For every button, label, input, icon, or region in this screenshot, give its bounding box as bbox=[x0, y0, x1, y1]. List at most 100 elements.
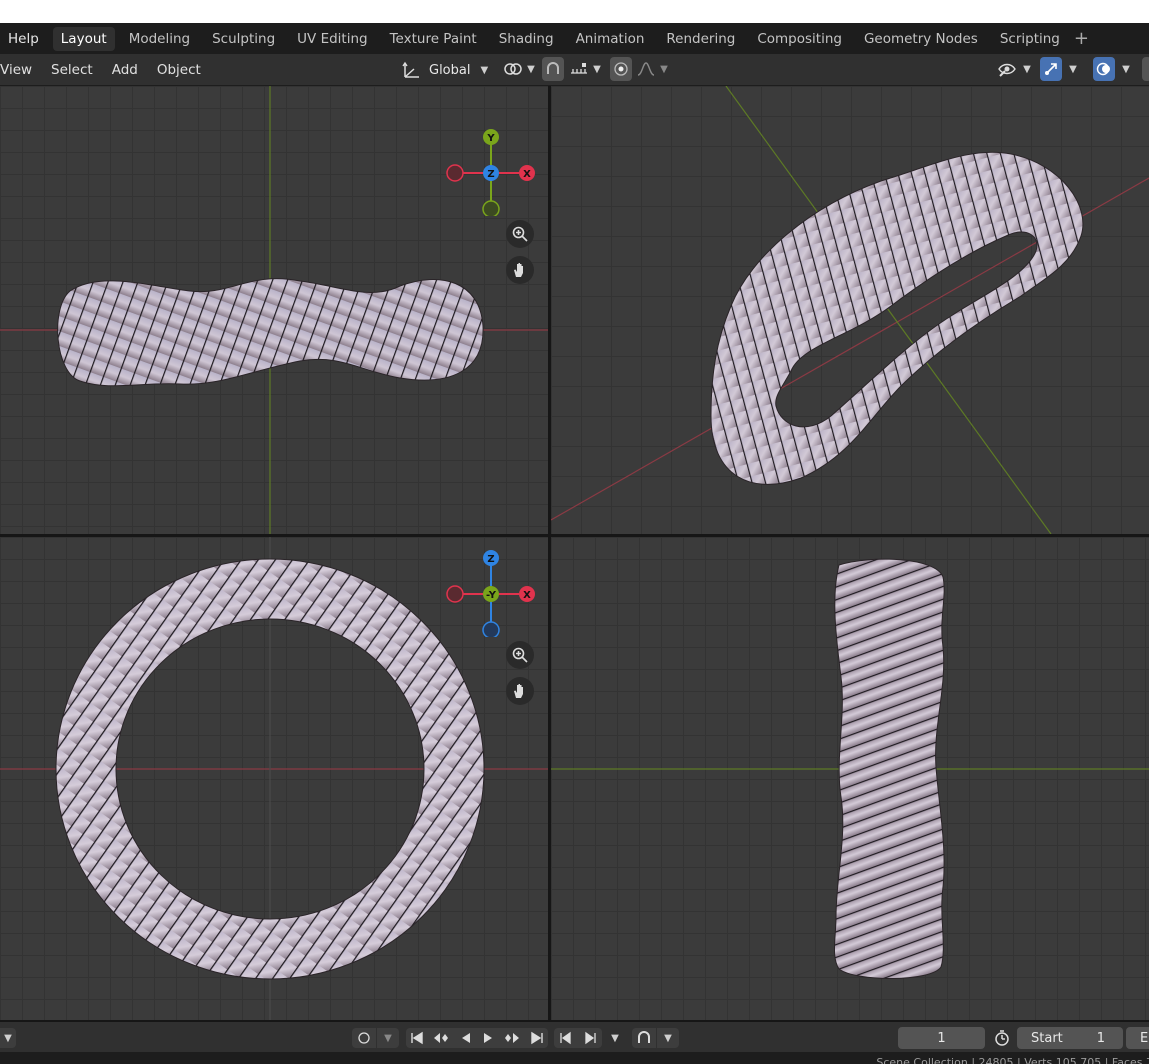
transform-orientation-dropdown[interactable]: Global ▼ bbox=[401, 59, 493, 81]
chevron-down-icon: ▼ bbox=[384, 1032, 392, 1044]
play-icon[interactable] bbox=[481, 1031, 495, 1045]
gizmo-x-label: X bbox=[523, 590, 531, 601]
scene-perspective-view bbox=[551, 86, 1149, 534]
area-divider-horizontal[interactable] bbox=[0, 534, 1149, 537]
tab-sculpting[interactable]: Sculpting bbox=[204, 27, 283, 51]
chevron-down-icon: ▼ bbox=[1122, 63, 1130, 75]
playback-dropdown[interactable]: ▼ bbox=[604, 1028, 626, 1048]
zoom-icon bbox=[512, 647, 528, 663]
chevron-down-icon: ▼ bbox=[1023, 63, 1031, 75]
viewport-top-view[interactable]: Y X Z bbox=[0, 86, 548, 534]
step-forward-icon[interactable] bbox=[582, 1031, 598, 1045]
chevron-down-icon: ▼ bbox=[593, 63, 601, 75]
auto-keying-dropdown[interactable]: ▼ bbox=[657, 1028, 679, 1048]
zoom-button[interactable] bbox=[506, 641, 534, 669]
falloff-dropdown[interactable]: ▼ bbox=[634, 57, 670, 81]
proportional-edit-toggle[interactable] bbox=[610, 57, 632, 81]
status-bar: Scene Collection | 24805 | Verts 105,705… bbox=[0, 1052, 1149, 1064]
tab-uv-editing[interactable]: UV Editing bbox=[289, 27, 375, 51]
tab-layout[interactable]: Layout bbox=[52, 26, 115, 51]
start-frame-field[interactable]: Start 1 bbox=[1017, 1027, 1123, 1049]
pan-button[interactable] bbox=[506, 256, 534, 284]
jump-start-icon[interactable] bbox=[410, 1031, 424, 1045]
frame-step-controls bbox=[554, 1028, 602, 1048]
scene-right-view bbox=[551, 558, 1149, 979]
navigation-gizmo[interactable]: Y X Z bbox=[440, 126, 540, 216]
keying-toggle[interactable] bbox=[352, 1028, 376, 1048]
transform-orientation-label: Global bbox=[429, 62, 471, 78]
transform-orientation-icon bbox=[402, 61, 419, 78]
zoom-button[interactable] bbox=[506, 220, 534, 248]
snap-toggle[interactable] bbox=[542, 57, 564, 81]
menu-add[interactable]: Add bbox=[102, 62, 147, 78]
visibility-icon bbox=[998, 63, 1016, 77]
tab-compositing[interactable]: Compositing bbox=[749, 27, 850, 51]
timeline-header: ▼ ▼ ▼ ▼ 1 Start 1 E bbox=[0, 1022, 1149, 1052]
menu-view[interactable]: View bbox=[0, 62, 41, 78]
area-divider-vertical[interactable] bbox=[548, 86, 551, 1020]
gizmo-toggle[interactable] bbox=[1040, 57, 1062, 81]
menu-object[interactable]: Object bbox=[147, 62, 210, 78]
tab-shading[interactable]: Shading bbox=[491, 27, 562, 51]
status-text: Scene Collection | 24805 | Verts 105,705… bbox=[876, 1056, 1149, 1064]
gizmo-z-label: Z bbox=[487, 169, 494, 180]
gizmo-y-label: Y bbox=[486, 133, 495, 144]
viewport-front-view[interactable]: Z X -Y bbox=[0, 537, 548, 1020]
gizmo-neg-x-axis[interactable] bbox=[446, 585, 464, 603]
shading-toggle-partial[interactable] bbox=[1142, 57, 1149, 81]
step-back-icon[interactable] bbox=[558, 1031, 574, 1045]
end-frame-field[interactable]: E bbox=[1126, 1027, 1149, 1049]
chevron-down-icon: ▼ bbox=[4, 1032, 12, 1044]
tab-animation[interactable]: Animation bbox=[568, 27, 653, 51]
link-icon bbox=[504, 63, 522, 75]
hand-pan-icon bbox=[514, 263, 523, 277]
rope-ring-mesh[interactable] bbox=[834, 558, 945, 979]
tab-modeling[interactable]: Modeling bbox=[121, 27, 198, 51]
gizmo-neg-y-axis[interactable] bbox=[482, 200, 500, 216]
pivot-dropdown[interactable]: ▼ bbox=[502, 57, 536, 81]
proportional-edit-icon bbox=[614, 62, 628, 76]
viewport-perspective-view[interactable] bbox=[551, 86, 1149, 534]
keyframe-icon bbox=[638, 1031, 650, 1043]
viewport-right-view[interactable] bbox=[551, 537, 1149, 1020]
tab-texture-paint[interactable]: Texture Paint bbox=[382, 27, 485, 51]
gizmo-x-label: X bbox=[523, 169, 531, 180]
timeline-menu-dropdown[interactable]: ▼ bbox=[0, 1028, 16, 1048]
tab-scripting[interactable]: Scripting bbox=[992, 27, 1068, 51]
gizmo-neg-y-label: -Y bbox=[486, 590, 497, 601]
menu-select[interactable]: Select bbox=[41, 62, 102, 78]
jump-end-icon[interactable] bbox=[530, 1031, 544, 1045]
pan-button[interactable] bbox=[506, 677, 534, 705]
overlay-dropdown[interactable]: ▼ bbox=[1117, 57, 1135, 81]
keying-dropdown[interactable]: ▼ bbox=[377, 1028, 399, 1048]
tab-geometry-nodes[interactable]: Geometry Nodes bbox=[856, 27, 986, 51]
gizmo-dropdown[interactable]: ▼ bbox=[1064, 57, 1082, 81]
navigation-gizmo[interactable]: Z X -Y bbox=[440, 547, 540, 637]
add-workspace-icon[interactable]: + bbox=[1074, 28, 1089, 49]
gizmo-neg-x-axis[interactable] bbox=[446, 164, 464, 182]
gizmo-icon bbox=[1045, 63, 1057, 75]
chevron-down-icon: ▼ bbox=[660, 63, 668, 75]
prev-keyframe-icon[interactable] bbox=[432, 1031, 450, 1045]
auto-keying-toggle[interactable] bbox=[632, 1028, 656, 1048]
gizmo-neg-z-axis[interactable] bbox=[482, 621, 500, 637]
falloff-icon bbox=[637, 62, 655, 76]
menu-help[interactable]: Help bbox=[0, 31, 47, 47]
hand-pan-icon bbox=[514, 684, 523, 698]
next-keyframe-icon[interactable] bbox=[503, 1031, 521, 1045]
viewport-header: View Select Add Object Global ▼ ▼ ▼ ▼ ▼ … bbox=[0, 54, 1149, 85]
play-reverse-icon[interactable] bbox=[459, 1031, 473, 1045]
overlay-icon bbox=[1096, 62, 1110, 76]
overlay-toggle[interactable] bbox=[1093, 57, 1115, 81]
visibility-dropdown[interactable]: ▼ bbox=[995, 57, 1033, 81]
snap-icon bbox=[547, 62, 559, 74]
chevron-down-icon: ▼ bbox=[480, 64, 489, 76]
tab-rendering[interactable]: Rendering bbox=[658, 27, 743, 51]
preview-range-toggle[interactable] bbox=[990, 1028, 1014, 1048]
chevron-down-icon: ▼ bbox=[527, 63, 535, 75]
snap-increment-icon bbox=[571, 63, 588, 74]
snap-element-dropdown[interactable]: ▼ bbox=[566, 57, 604, 81]
rope-ring-mesh[interactable] bbox=[710, 151, 1084, 485]
chevron-down-icon: ▼ bbox=[664, 1032, 672, 1044]
current-frame-field[interactable]: 1 bbox=[898, 1027, 985, 1049]
